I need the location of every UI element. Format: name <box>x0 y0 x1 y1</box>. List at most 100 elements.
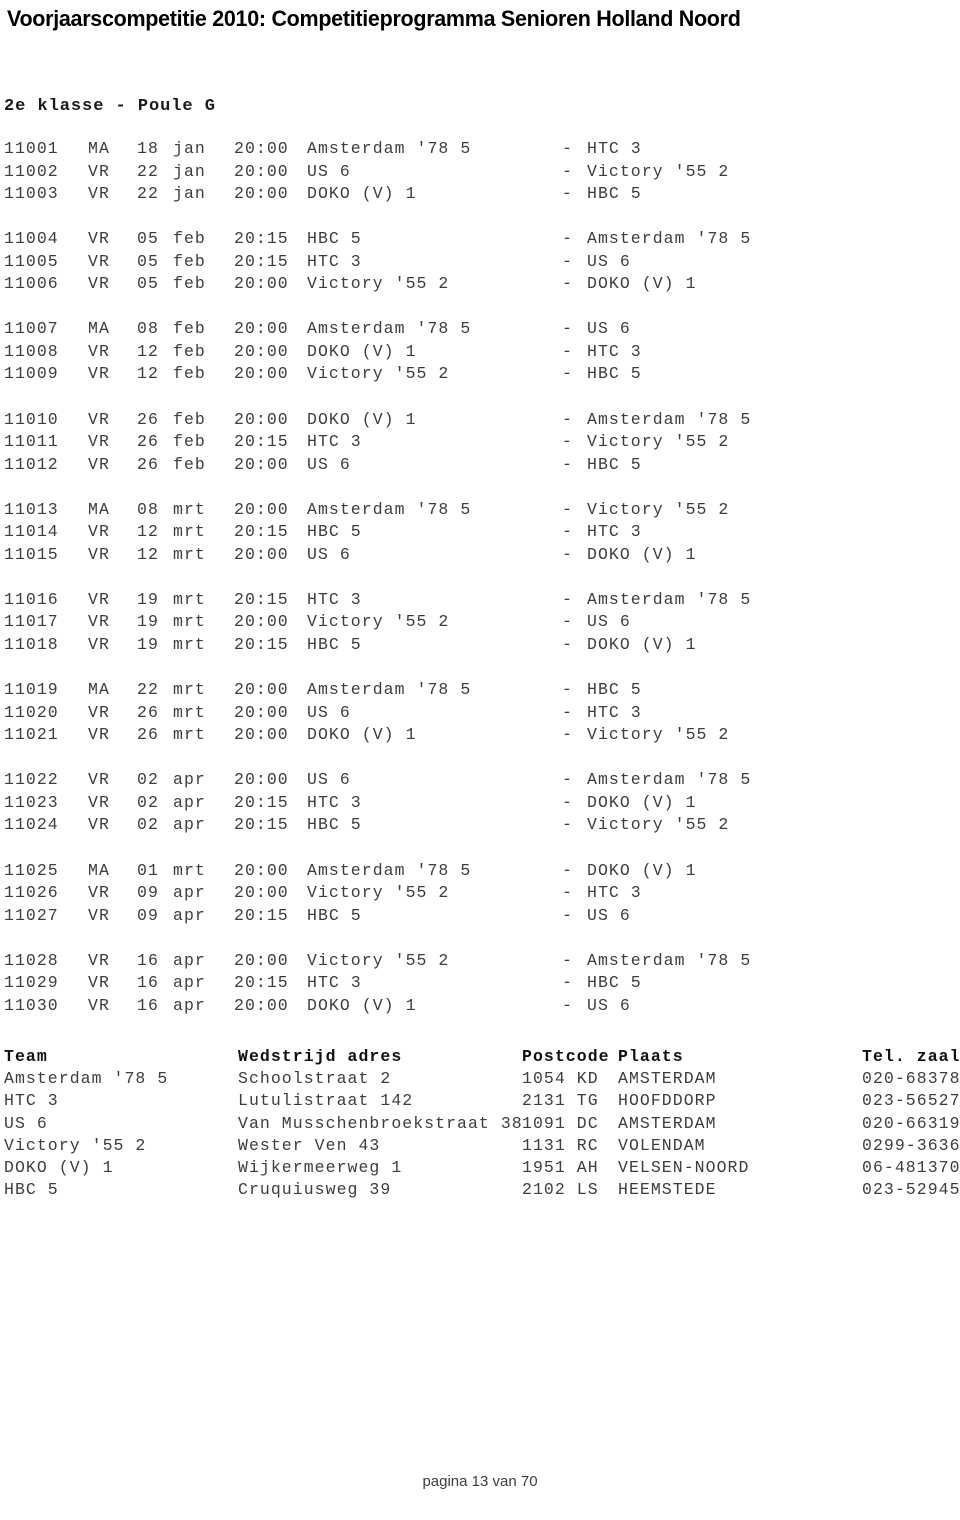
venue-phone: 0299-363660 <box>862 1135 960 1155</box>
match-weekday: VR <box>88 950 110 970</box>
match-weekday: MA <box>88 139 110 158</box>
away-team: DOKO (V) 1 <box>587 860 697 880</box>
match-weekday: VR <box>88 815 110 835</box>
venue-postcode: 2131 TG <box>522 1091 599 1111</box>
match-code: 11001 <box>4 139 59 158</box>
match-time: 20:15 <box>234 635 289 655</box>
match-date: 26 <box>137 454 159 474</box>
match-code: 11014 <box>4 522 59 542</box>
match-weekday: VR <box>88 522 110 542</box>
match-date: 08 <box>137 319 159 339</box>
venue-city: AMSTERDAM <box>618 1069 717 1089</box>
match-date: 26 <box>137 409 159 429</box>
match-weekday: VR <box>88 995 110 1015</box>
match-month: feb <box>173 251 206 271</box>
match-weekday: MA <box>88 680 110 700</box>
home-team: HTC 3 <box>307 973 362 993</box>
match-date: 19 <box>137 612 159 632</box>
match-date: 12 <box>137 544 159 564</box>
table-row: Victory '55 2 Wester Ven 43 1131 RC VOLENDA… <box>4 1135 960 1157</box>
match-time: 20:15 <box>234 905 289 925</box>
away-team: Victory '55 2 <box>587 432 730 452</box>
home-team: DOKO (V) 1 <box>307 995 417 1015</box>
match-date: 22 <box>137 184 159 204</box>
away-team: Victory '55 2 <box>587 815 730 835</box>
match-code: 11019 <box>4 680 59 700</box>
fixture-row: 11020 VR 26 mrt 20:00 US 6 - HTC 3 <box>4 702 960 725</box>
match-month: feb <box>173 409 206 429</box>
fixture-row: 11030 VR 16 apr 20:00 DOKO (V) 1 - US 6 <box>4 995 960 1018</box>
home-team: HBC 5 <box>307 229 362 249</box>
page-footer: pagina 13 van 70 <box>422 1473 538 1490</box>
match-month: mrt <box>173 702 206 722</box>
fixture-row: 11009 VR 12 feb 20:00 Victory '55 2 - HBC 5 <box>4 363 960 386</box>
match-month: feb <box>173 229 206 249</box>
versus-separator: - <box>562 589 573 609</box>
column-header-venue-postcode: Postcode <box>522 1047 610 1066</box>
fixture-row: 11014 VR 12 mrt 20:15 HBC 5 - HTC 3 <box>4 521 960 544</box>
fixture-row: 11013 MA 08 mrt 20:00 Amsterdam '78 5 - Victory… <box>4 499 960 522</box>
column-header-venue-city: Plaats <box>618 1047 684 1066</box>
match-date: 16 <box>137 950 159 970</box>
match-month: apr <box>173 973 206 993</box>
match-code: 11012 <box>4 454 59 474</box>
fixture-row: 11019 MA 22 mrt 20:00 Amsterdam '78 5 - HBC 5 <box>4 679 960 702</box>
match-code: 11030 <box>4 995 59 1015</box>
home-team: Amsterdam '78 5 <box>307 860 472 880</box>
match-date: 22 <box>137 161 159 181</box>
match-month: feb <box>173 432 206 452</box>
venue-postcode: 1054 KD <box>522 1069 599 1089</box>
match-weekday: MA <box>88 860 110 880</box>
match-time: 20:00 <box>234 409 289 429</box>
home-team: HTC 3 <box>307 251 362 271</box>
fixture-row: 11028 VR 16 apr 20:00 Victory '55 2 - Amsterdam… <box>4 950 960 973</box>
match-code: 11015 <box>4 544 59 564</box>
match-time: 20:15 <box>234 815 289 835</box>
match-time: 20:00 <box>234 139 289 158</box>
match-month: mrt <box>173 589 206 609</box>
match-month: apr <box>173 905 206 925</box>
match-time: 20:15 <box>234 973 289 993</box>
home-team: Victory '55 2 <box>307 274 450 294</box>
away-team: US 6 <box>587 905 631 925</box>
match-time: 20:00 <box>234 950 289 970</box>
fixture-row: 11012 VR 26 feb 20:00 US 6 - HBC 5 <box>4 454 960 477</box>
fixture-row: 11022 VR 02 apr 20:00 US 6 - Amsterdam '78 5 <box>4 769 960 792</box>
home-team: HBC 5 <box>307 522 362 542</box>
match-weekday: VR <box>88 161 110 181</box>
match-weekday: MA <box>88 319 110 339</box>
match-weekday: VR <box>88 725 110 745</box>
venue-phone: 023-5294526 <box>862 1180 960 1200</box>
match-date: 16 <box>137 995 159 1015</box>
fixture-row: 11004 VR 05 feb 20:15 HBC 5 - Amsterdam '78 5 <box>4 228 960 251</box>
venue-city: VOLENDAM <box>618 1135 706 1155</box>
versus-separator: - <box>562 341 573 361</box>
match-time: 20:00 <box>234 499 289 519</box>
match-code: 11018 <box>4 635 59 655</box>
venue-team-name: DOKO (V) 1 <box>4 1157 114 1177</box>
versus-separator: - <box>562 499 573 519</box>
home-team: HTC 3 <box>307 589 362 609</box>
match-month: feb <box>173 341 206 361</box>
table-row: HBC 5 Cruquiusweg 39 2102 LS HEEMSTEDE 023-5… <box>4 1179 960 1201</box>
match-code: 11017 <box>4 612 59 632</box>
match-code: 11013 <box>4 499 59 519</box>
match-date: 19 <box>137 589 159 609</box>
fixture-row: 11027 VR 09 apr 20:15 HBC 5 - US 6 <box>4 905 960 928</box>
match-month: jan <box>173 161 206 181</box>
home-team: Amsterdam '78 5 <box>307 499 472 519</box>
versus-separator: - <box>562 905 573 925</box>
match-code: 11006 <box>4 274 59 294</box>
venue-phone: 020-6631909 <box>862 1113 960 1133</box>
versus-separator: - <box>562 680 573 700</box>
match-date: 22 <box>137 680 159 700</box>
match-date: 12 <box>137 522 159 542</box>
match-date: 08 <box>137 499 159 519</box>
match-weekday: VR <box>88 341 110 361</box>
match-code: 11021 <box>4 725 59 745</box>
match-date: 09 <box>137 905 159 925</box>
away-team: Amsterdam '78 5 <box>587 589 752 609</box>
versus-separator: - <box>562 544 573 564</box>
match-month: apr <box>173 770 206 790</box>
home-team: Amsterdam '78 5 <box>307 139 472 158</box>
